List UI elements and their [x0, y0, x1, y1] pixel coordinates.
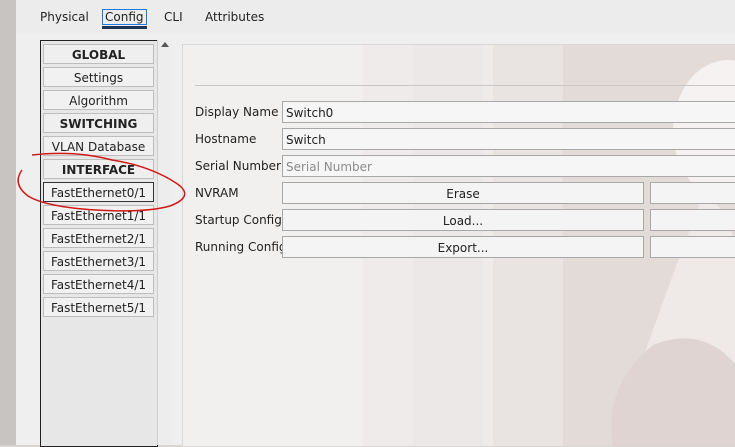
config-list-panel: GLOBAL Settings Algorithm Settings SWITC…: [40, 40, 158, 447]
tab-physical[interactable]: Physical: [40, 8, 89, 26]
list-item-fastethernet0-1[interactable]: FastEthernet0/1: [43, 182, 154, 202]
load-button[interactable]: Load...: [282, 209, 644, 231]
hostname-input[interactable]: Switch: [282, 128, 735, 150]
running-config-label: Running Config: [195, 240, 287, 254]
startup-config-label: Startup Config: [195, 213, 282, 227]
display-name-input[interactable]: Switch0: [282, 101, 735, 123]
config-main-panel: Display Name Switch0 Hostname Switch Ser…: [182, 44, 735, 446]
list-item-algorithm-settings[interactable]: Algorithm Settings: [43, 90, 154, 128]
tab-cli[interactable]: CLI: [164, 8, 183, 26]
list-item-global: GLOBAL: [43, 44, 154, 64]
list-item-fastethernet3-1[interactable]: FastEthernet3/1: [43, 251, 154, 271]
list-item-fastethernet1-1[interactable]: FastEthernet1/1: [43, 205, 154, 225]
list-item-fastethernet5-1[interactable]: FastEthernet5/1: [43, 297, 154, 317]
panel-separator: [195, 85, 735, 86]
list-item-switching: SWITCHING: [43, 113, 154, 133]
scroll-up-icon[interactable]: [161, 42, 169, 47]
config-list-scrollbar[interactable]: [157, 40, 172, 445]
left-edge-strip: [0, 0, 16, 445]
erase-button[interactable]: Erase: [282, 182, 644, 204]
tab-bar: Physical Config CLI Attributes: [16, 0, 735, 34]
tab-attributes-label: Attributes: [205, 10, 265, 24]
tab-physical-label: Physical: [40, 10, 89, 24]
list-item-settings[interactable]: Settings: [43, 67, 154, 87]
startup-secondary-button[interactable]: [650, 209, 735, 231]
list-item-fastethernet2-1[interactable]: FastEthernet2/1: [43, 228, 154, 248]
tab-attributes[interactable]: Attributes: [205, 8, 264, 26]
nvram-label: NVRAM: [195, 186, 239, 200]
list-item-fastethernet4-1[interactable]: FastEthernet4/1: [43, 274, 154, 294]
list-item-interface: INTERFACE: [43, 159, 154, 179]
hostname-label: Hostname: [195, 132, 257, 146]
tab-config-label: Config: [102, 9, 147, 25]
serial-number-input[interactable]: Serial Number: [282, 155, 735, 177]
tab-config[interactable]: Config: [102, 8, 147, 29]
list-item-vlan-database[interactable]: VLAN Database: [43, 136, 154, 156]
display-name-label: Display Name: [195, 105, 279, 119]
serial-number-label: Serial Number: [195, 159, 281, 173]
export-button[interactable]: Export...: [282, 236, 644, 258]
nvram-secondary-button[interactable]: [650, 182, 735, 204]
running-secondary-button[interactable]: [650, 236, 735, 258]
tab-cli-label: CLI: [164, 10, 183, 24]
